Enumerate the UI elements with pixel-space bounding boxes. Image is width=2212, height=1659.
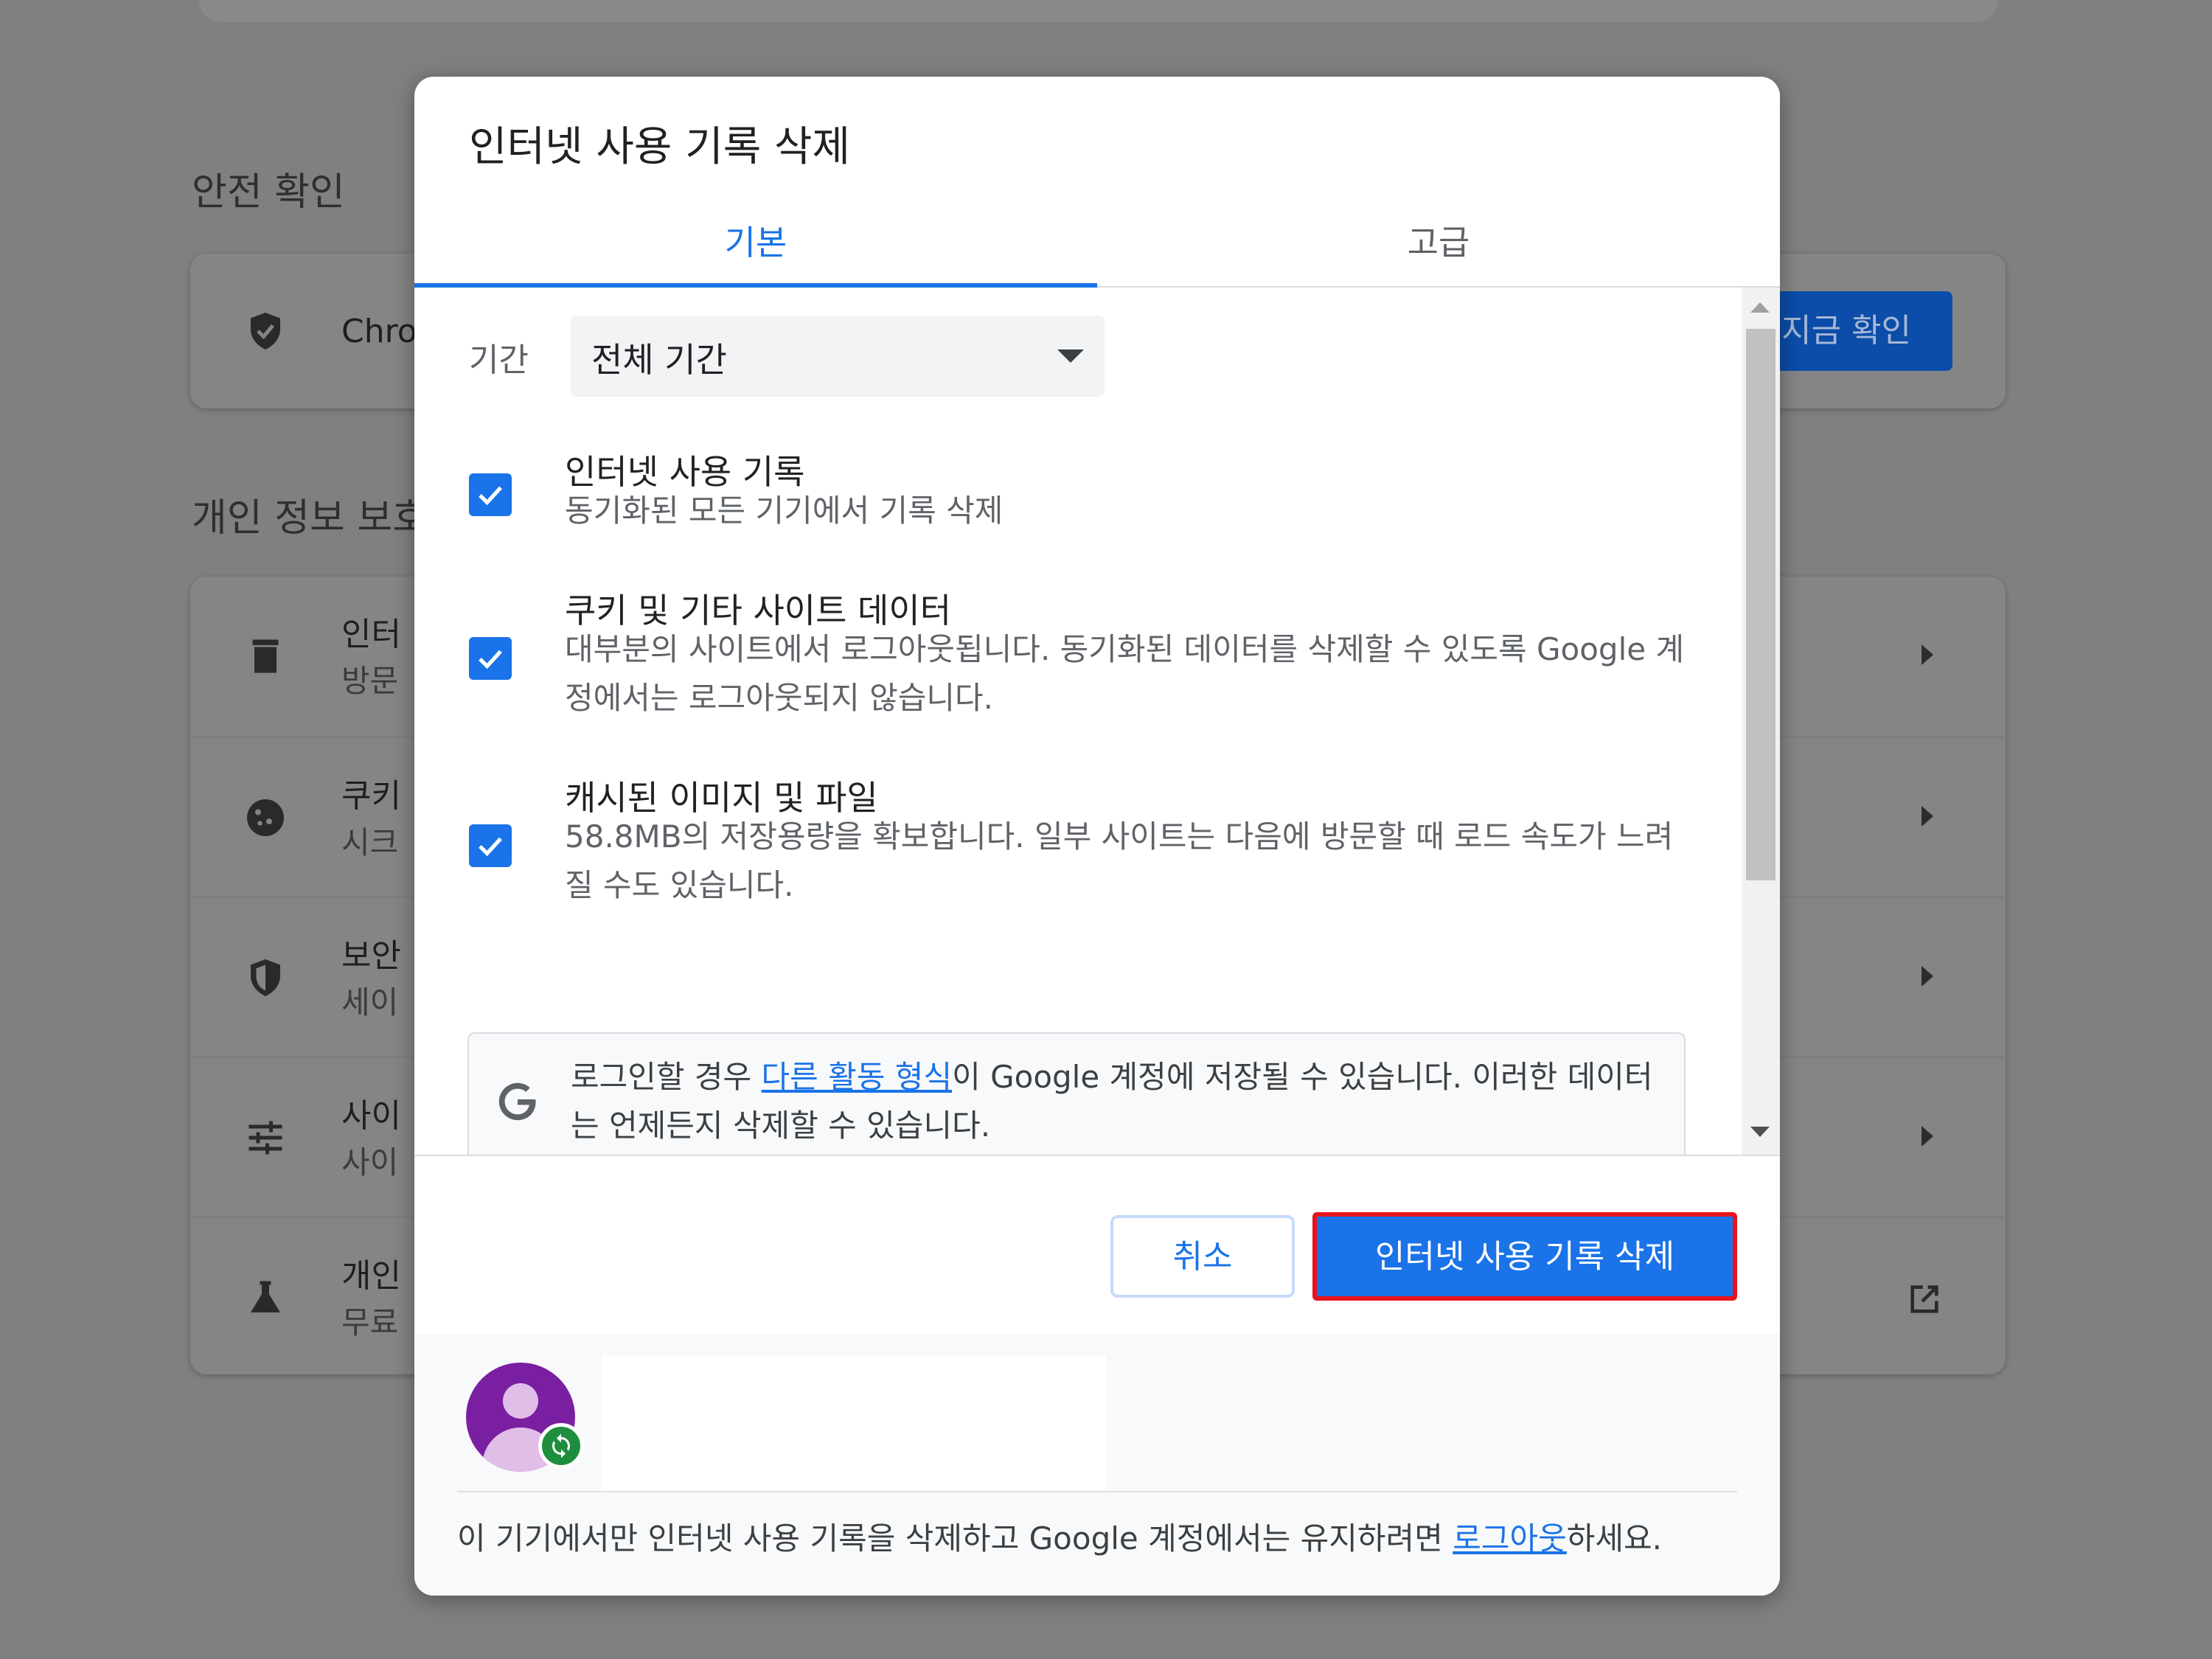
row-subtitle: 세이 [341,984,399,1020]
dialog-button-row: 취소 인터넷 사용 기록 삭제 [414,1156,1780,1333]
signout-text-after: 하세요. [1566,1520,1663,1557]
row-subtitle: 무료 [341,1304,399,1340]
open-in-new-icon [1910,1285,1938,1313]
time-range-select[interactable]: 전체 기간 [571,316,1105,397]
tune-sliders-icon [248,1121,282,1155]
google-notice-text: 로그인할 경우 다른 활동 형식이 Google 계정에 저장될 수 있습니다.… [571,1053,1662,1150]
scroll-up-arrow-icon[interactable] [1750,302,1770,313]
row-subtitle: 방문 [341,663,399,699]
signout-text-before: 이 기기에서만 인터넷 사용 기록을 삭제하고 Google 계정에서는 유지하… [457,1520,1453,1557]
cookies-checkbox[interactable] [469,637,512,680]
chevron-right-icon [1921,1126,1933,1147]
dialog-scroll-area: 기간 전체 기간 인터넷 사용 기록 동기화된 모든 기기에서 기록 삭제 쿠키… [414,288,1780,1156]
other-activity-link[interactable]: 다른 활동 형식 [762,1059,953,1095]
account-info-redacted [602,1355,1106,1492]
option-description: 58.8MB의 저장용량을 확보합니다. 일부 사이트는 다음에 방문할 때 로… [565,818,1674,903]
row-title: 사이 [341,1097,401,1135]
scroll-down-arrow-icon[interactable] [1750,1127,1770,1137]
clear-browsing-data-dialog: 인터넷 사용 기록 삭제 기본 고급 기간 전체 기간 인터넷 사용 기록 동기… [414,77,1780,1596]
account-section: 이 기기에서만 인터넷 사용 기록을 삭제하고 Google 계정에서는 유지하… [414,1333,1780,1596]
cache-checkbox[interactable] [469,824,512,867]
time-range-label: 기간 [469,341,529,379]
avatar-head [503,1383,538,1419]
shield-check-icon [251,313,280,349]
cancel-button[interactable]: 취소 [1110,1215,1295,1298]
sync-icon [552,1433,570,1458]
option-cached-images: 캐시된 이미지 및 파일 58.8MB의 저장용량을 확보합니다. 일부 사이트… [414,771,1727,919]
option-description: 동기화된 모든 기기에서 기록 삭제 [565,493,1004,529]
option-browsing-history: 인터넷 사용 기록 동기화된 모든 기기에서 기록 삭제 [414,445,1727,556]
google-activity-notice: 로그인할 경우 다른 활동 형식이 Google 계정에 저장될 수 있습니다.… [467,1032,1686,1155]
row-title: 개인 [341,1257,401,1295]
signout-notice: 이 기기에서만 인터넷 사용 기록을 삭제하고 Google 계정에서는 유지하… [457,1514,1740,1563]
time-range-value: 전체 기간 [591,340,727,380]
tab-bar: 기본 고급 [414,202,1780,288]
row-title: 보안 [341,937,401,975]
option-cookies: 쿠키 및 기타 사이트 데이터 대부분의 사이트에서 로그아웃됩니다. 동기화된… [414,584,1727,731]
cookie-icon [247,799,284,836]
chevron-right-icon [1921,644,1933,665]
notice-text-before: 로그인할 경우 [571,1059,762,1095]
dropdown-arrow-icon [1057,349,1084,363]
dialog-title: 인터넷 사용 기록 삭제 [469,123,851,171]
option-description: 대부분의 사이트에서 로그아웃됩니다. 동기화된 데이터를 삭제할 수 있도록 … [565,631,1685,716]
row-title: 쿠키 [341,777,401,815]
security-shield-icon [251,959,280,996]
checkmark-icon [479,486,502,506]
flask-icon [251,1281,280,1312]
clear-data-button[interactable]: 인터넷 사용 기록 삭제 [1312,1212,1737,1301]
background-top-card [199,0,1998,22]
row-subtitle: 시크 [341,824,399,860]
tab-advanced[interactable]: 고급 [1097,202,1780,286]
scrollbar-thumb[interactable] [1746,329,1775,880]
chevron-right-icon [1921,806,1933,827]
trash-icon [252,639,279,673]
checkmark-icon [479,650,502,669]
chevron-right-icon [1921,966,1933,987]
row-subtitle: 사이 [341,1144,399,1180]
scrollbar[interactable] [1742,288,1780,1155]
browsing-history-checkbox[interactable] [469,473,512,516]
row-title: 인터 [341,616,401,653]
signout-link[interactable]: 로그아웃 [1453,1520,1567,1557]
safety-row-label: Chro [341,313,417,350]
checkmark-icon [479,837,502,857]
sync-badge [538,1423,584,1469]
divider [457,1491,1737,1492]
privacy-section-title: 개인 정보 보호 [192,496,428,540]
google-g-icon [498,1082,536,1121]
tab-basic[interactable]: 기본 [414,202,1097,288]
safety-check-title: 안전 확인 [192,170,345,215]
